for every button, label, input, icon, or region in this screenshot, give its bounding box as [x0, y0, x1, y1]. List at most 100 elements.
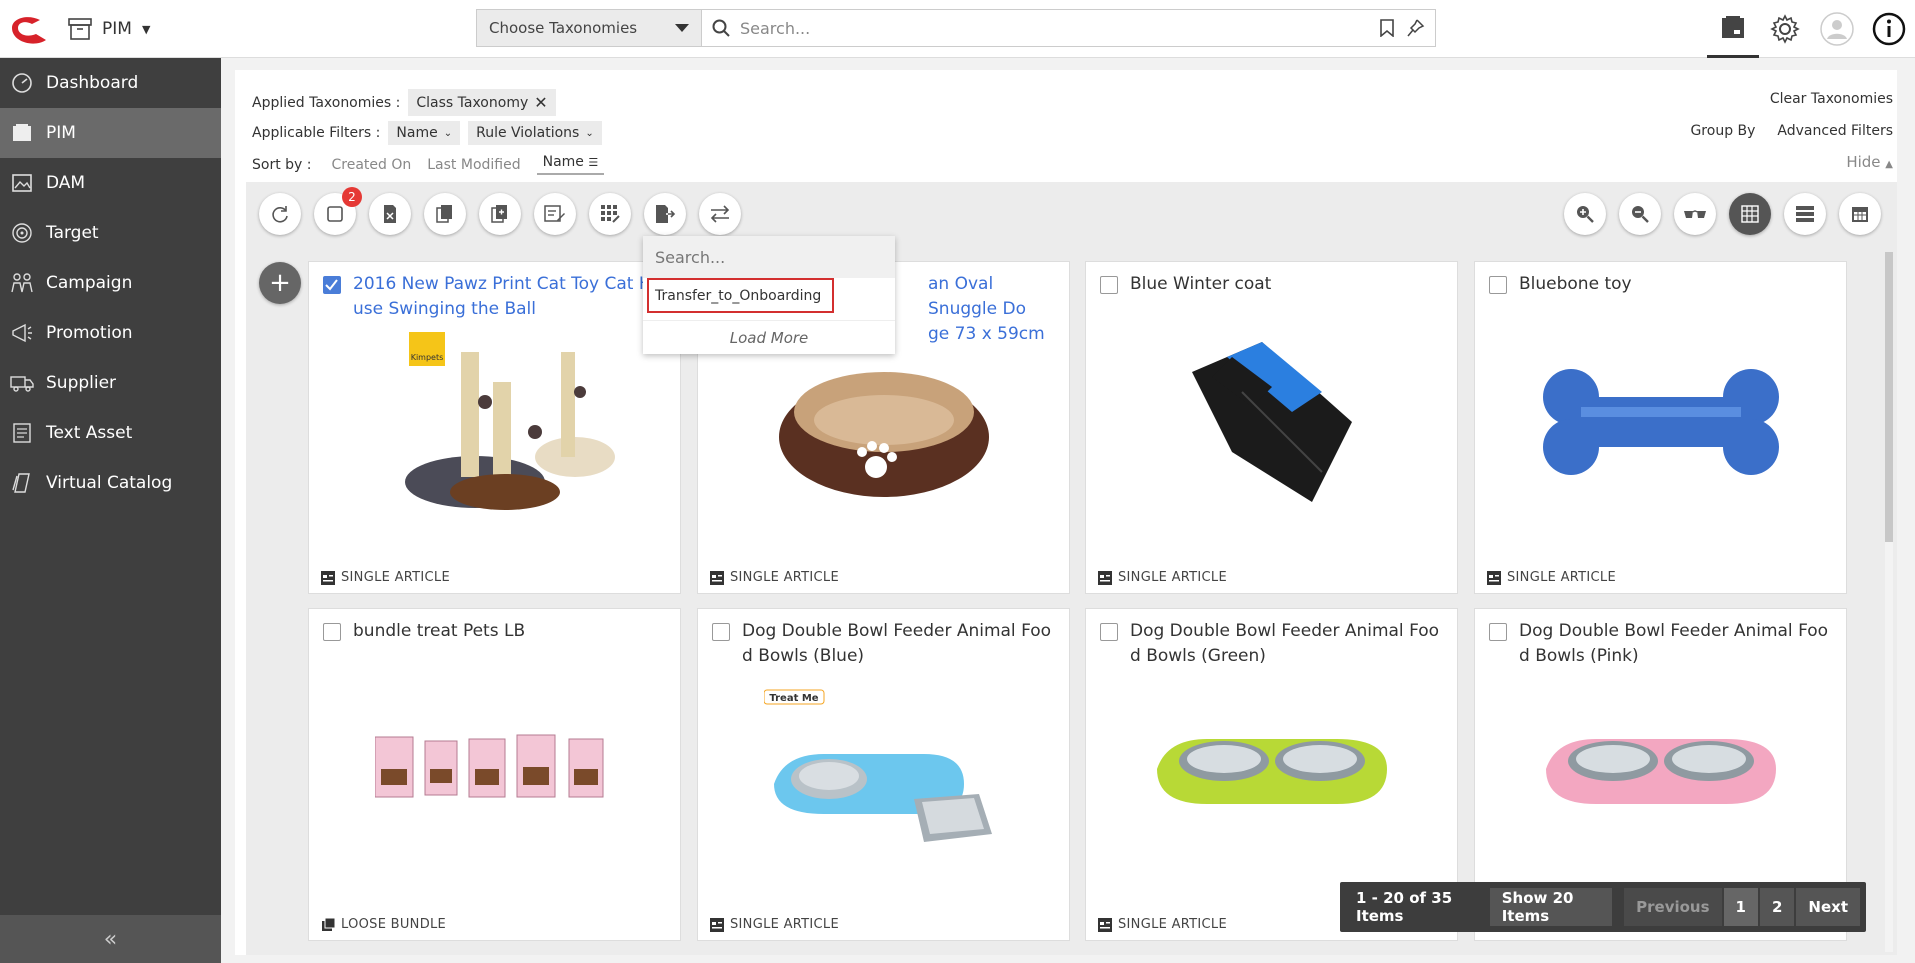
- preview-button[interactable]: [1674, 193, 1716, 235]
- sidebar-item-label: Dashboard: [46, 73, 139, 93]
- delete-button[interactable]: [369, 193, 411, 235]
- zoom-in-button[interactable]: [1564, 193, 1606, 235]
- product-image: [1126, 332, 1417, 512]
- card-checkbox[interactable]: [1489, 623, 1507, 641]
- bookmark-icon[interactable]: [1379, 19, 1395, 37]
- page-1-button[interactable]: 1: [1723, 888, 1758, 926]
- search-input[interactable]: [740, 18, 1369, 38]
- settings-button[interactable]: [1759, 0, 1811, 58]
- sort-name-label: Name: [542, 154, 584, 170]
- taxonomy-select[interactable]: Choose Taxonomies: [477, 10, 702, 46]
- transfer-button[interactable]: [699, 193, 741, 235]
- card-checkbox[interactable]: [1100, 276, 1118, 294]
- product-card[interactable]: 2016 New Pawz Print Cat Toy Cat H use Swi…: [308, 261, 681, 594]
- load-more-button[interactable]: Load More: [643, 320, 895, 354]
- product-catalog-button[interactable]: [1707, 0, 1759, 58]
- card-title[interactable]: bundle treat Pets LB: [353, 619, 668, 644]
- treat-packs-image: [374, 734, 603, 798]
- card-title[interactable]: 2016 New Pawz Print Cat Toy Cat H use Swi…: [353, 272, 668, 322]
- calendar-view-button[interactable]: [1839, 193, 1881, 235]
- single-article-icon: [321, 570, 335, 585]
- filter-name-label: Name: [396, 125, 438, 141]
- copy-button[interactable]: [424, 193, 466, 235]
- sidebar-item-dashboard[interactable]: Dashboard: [0, 58, 221, 108]
- select-all-button[interactable]: 2: [314, 187, 362, 235]
- sort-name[interactable]: Name ☰: [536, 154, 605, 175]
- grid-view-button[interactable]: [1729, 193, 1771, 235]
- sidebar-item-target[interactable]: Target: [0, 208, 221, 258]
- sort-created-on[interactable]: Created On: [332, 157, 412, 173]
- refresh-button[interactable]: [259, 193, 301, 235]
- filter-rule-violations-dropdown[interactable]: Rule Violations ⌄: [468, 121, 602, 145]
- card-checkbox[interactable]: [1489, 276, 1507, 294]
- list-view-button[interactable]: [1784, 193, 1826, 235]
- avatar-icon: [1820, 12, 1854, 46]
- info-icon: [1872, 12, 1906, 46]
- bulk-edit-button[interactable]: [589, 193, 631, 235]
- edit-button[interactable]: [534, 193, 576, 235]
- collapse-sidebar-button[interactable]: «: [0, 915, 221, 963]
- card-title[interactable]: Bluebone toy: [1519, 272, 1834, 297]
- hide-filters-button[interactable]: Hide ▲: [1846, 153, 1893, 171]
- export-button[interactable]: [644, 193, 686, 235]
- sort-last-modified[interactable]: Last Modified: [427, 157, 520, 173]
- blue-bowl-image: Treat Me: [763, 689, 992, 842]
- dropdown-item-transfer-to-onboarding[interactable]: Transfer_to_Onboarding: [647, 278, 834, 313]
- applied-taxonomies-row: Applied Taxonomies : Class Taxonomy ✕: [252, 89, 556, 116]
- promotion-icon: [10, 321, 34, 345]
- taxonomy-chip-label: Class Taxonomy: [416, 94, 529, 111]
- scrollbar-thumb[interactable]: [1885, 252, 1893, 542]
- applicable-filters-row: Applicable Filters : Name ⌄ Rule Violati…: [252, 121, 602, 145]
- add-item-button[interactable]: +: [259, 262, 301, 304]
- advanced-filters-link[interactable]: Advanced Filters: [1777, 123, 1893, 139]
- export-icon: [656, 205, 676, 223]
- card-checkbox[interactable]: [1100, 623, 1118, 641]
- app-switcher[interactable]: PIM ▼: [68, 14, 150, 44]
- next-page-button[interactable]: Next: [1796, 888, 1860, 926]
- filter-name-dropdown[interactable]: Name ⌄: [388, 121, 461, 145]
- duplicate-button[interactable]: [479, 193, 521, 235]
- zoom-out-button[interactable]: [1619, 193, 1661, 235]
- previous-page-button[interactable]: Previous: [1624, 888, 1722, 926]
- chevron-down-icon: ⌄: [443, 127, 453, 139]
- product-card[interactable]: Dog Double Bowl Feeder Animal Foo d Bowls…: [697, 608, 1070, 941]
- sidebar-item-supplier[interactable]: Supplier: [0, 358, 221, 408]
- page-size-button[interactable]: Show 20 Items: [1489, 888, 1613, 926]
- sidebar-item-text-asset[interactable]: Text Asset: [0, 408, 221, 458]
- dropdown-search-input[interactable]: Search...: [643, 236, 895, 278]
- sidebar-item-pim[interactable]: PIM: [0, 108, 221, 158]
- user-profile-button[interactable]: [1811, 0, 1863, 58]
- pin-icon[interactable]: [1405, 18, 1425, 38]
- card-title[interactable]: Dog Double Bowl Feeder Animal Foo d Bowls…: [1130, 619, 1445, 669]
- sidebar-item-dam[interactable]: DAM: [0, 158, 221, 208]
- sidebar-item-promotion[interactable]: Promotion: [0, 308, 221, 358]
- sort-direction-icon: ☰: [588, 156, 599, 169]
- sidebar-item-campaign[interactable]: Campaign: [0, 258, 221, 308]
- product-card[interactable]: Bluebone toy SINGLE ARTICLE: [1474, 261, 1847, 594]
- product-card[interactable]: Blue Winter coat SINGLE ARTICLE: [1085, 261, 1458, 594]
- info-button[interactable]: [1863, 0, 1915, 58]
- card-checkbox[interactable]: [323, 276, 341, 294]
- text-asset-icon: [10, 421, 34, 445]
- product-image: [1126, 679, 1417, 859]
- grouping-row: Group By Advanced Filters: [1690, 123, 1897, 139]
- grid-scrollbar[interactable]: [1885, 252, 1893, 952]
- sidebar-item-label: Promotion: [46, 323, 133, 343]
- card-title[interactable]: Blue Winter coat: [1130, 272, 1445, 297]
- card-title[interactable]: Dog Double Bowl Feeder Animal Foo d Bowls…: [742, 619, 1057, 669]
- search-icon: [712, 19, 730, 37]
- group-by-link[interactable]: Group By: [1690, 123, 1755, 139]
- card-checkbox[interactable]: [712, 623, 730, 641]
- close-icon[interactable]: ✕: [534, 93, 547, 112]
- card-checkbox[interactable]: [323, 623, 341, 641]
- clear-taxonomies-link[interactable]: Clear Taxonomies: [1770, 91, 1893, 107]
- product-box-icon: [1722, 15, 1744, 38]
- brand-logo[interactable]: [6, 10, 50, 46]
- product-card[interactable]: bundle treat Pets LB LOOSE BUNDLE: [308, 608, 681, 941]
- dropdown-arrow-icon: [675, 24, 689, 32]
- card-type: SINGLE ARTICLE: [321, 570, 450, 585]
- sidebar-item-virtual-catalog[interactable]: Virtual Catalog: [0, 458, 221, 508]
- taxonomy-chip[interactable]: Class Taxonomy ✕: [408, 89, 556, 116]
- card-title[interactable]: Dog Double Bowl Feeder Animal Foo d Bowls…: [1519, 619, 1834, 669]
- page-2-button[interactable]: 2: [1759, 888, 1795, 926]
